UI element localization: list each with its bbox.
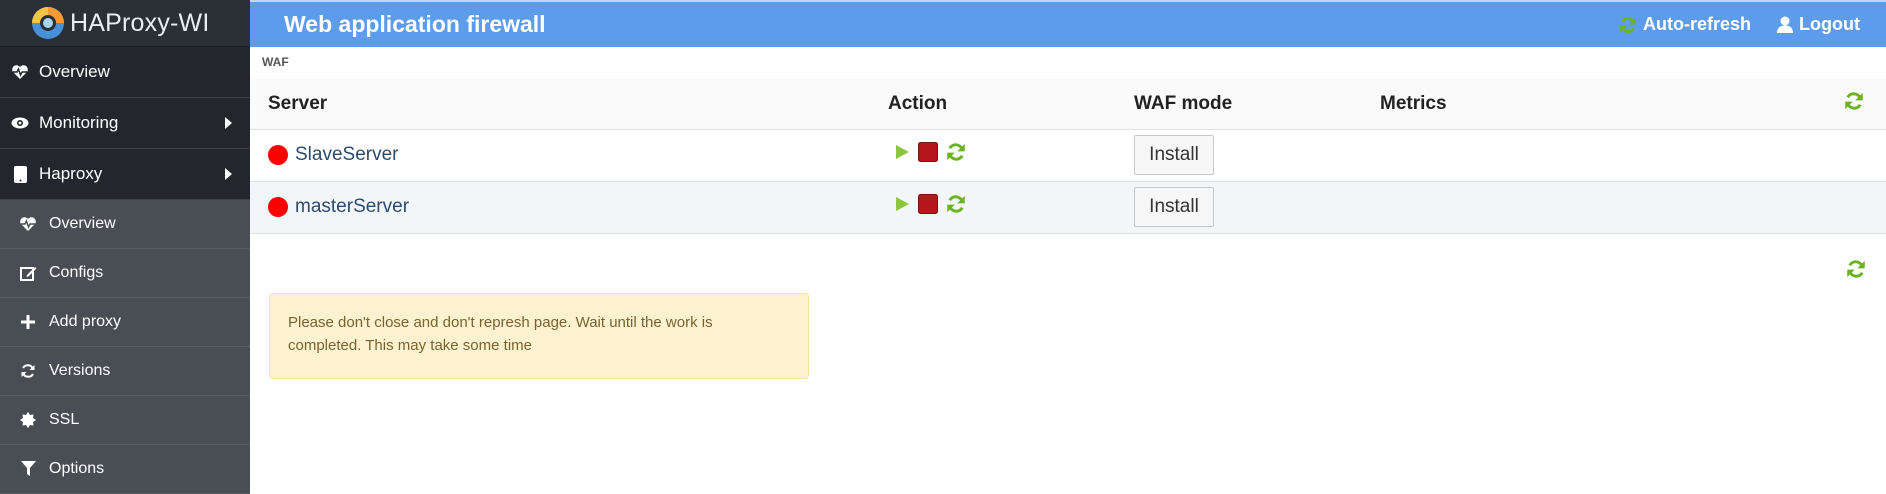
column-header-server: Server	[250, 79, 888, 130]
breadcrumb: WAF	[262, 55, 289, 69]
user-icon	[1777, 16, 1794, 33]
page-title: Web application firewall	[284, 11, 546, 37]
metrics-cell	[1380, 129, 1820, 182]
auto-refresh-link[interactable]: Auto-refresh	[1619, 14, 1751, 35]
column-header-action: Action	[888, 79, 1134, 130]
table-header-row: Server Action WAF mode Metrics	[250, 79, 1886, 130]
logout-label: Logout	[1799, 14, 1860, 34]
table-row: SlaveServer Install	[250, 129, 1886, 182]
sidebar: HAProxy-WI Overview Monitoring Haproxy O…	[0, 0, 250, 494]
auto-refresh-label: Auto-refresh	[1643, 14, 1752, 34]
main-content: WAF Server Action WAF mode Metrics Slave…	[250, 47, 1886, 475]
tablet-icon	[9, 165, 31, 183]
sidebar-subitem-label: SSL	[49, 411, 80, 428]
column-header-waf-mode: WAF mode	[1134, 79, 1380, 130]
heartbeat-icon	[9, 64, 31, 80]
stop-icon[interactable]	[918, 194, 938, 220]
refresh-icon[interactable]	[1846, 259, 1866, 284]
metrics-cell	[1380, 181, 1820, 234]
sidebar-subitem-overview[interactable]: Overview	[0, 200, 250, 249]
start-icon[interactable]	[894, 196, 910, 218]
install-button[interactable]: Install	[1134, 187, 1214, 227]
refresh-table-icon[interactable]	[1844, 91, 1864, 117]
plus-icon	[17, 315, 39, 329]
haproxy-logo-icon	[30, 5, 66, 41]
sidebar-subitem-ssl[interactable]: SSL	[0, 396, 250, 445]
sidebar-subitem-label: Versions	[49, 362, 111, 379]
sidebar-subitem-versions[interactable]: Versions	[0, 347, 250, 396]
heartbeat-icon	[17, 216, 39, 232]
eye-icon	[9, 117, 31, 129]
server-name-text: masterServer	[295, 196, 410, 217]
servers-table: Server Action WAF mode Metrics SlaveServ…	[250, 79, 1886, 234]
sidebar-subitem-label: Overview	[49, 215, 116, 232]
sync-icon	[17, 363, 39, 379]
sidebar-subitem-configs[interactable]: Configs	[0, 249, 250, 298]
logout-link[interactable]: Logout	[1777, 14, 1860, 35]
table-row: masterServer Install	[250, 181, 1886, 234]
sidebar-item-monitoring[interactable]: Monitoring	[0, 98, 250, 149]
refresh-icon	[1620, 16, 1636, 33]
install-button[interactable]: Install	[1134, 135, 1214, 175]
table-refresh-cell	[1820, 79, 1886, 130]
sidebar-item-label: Overview	[39, 62, 110, 81]
status-down-icon	[268, 145, 288, 165]
edit-icon	[17, 265, 39, 282]
start-icon[interactable]	[894, 144, 910, 166]
sidebar-subitem-options[interactable]: Options	[0, 445, 250, 494]
server-name[interactable]: SlaveServer	[268, 144, 888, 166]
status-down-icon	[268, 197, 288, 217]
certificate-icon	[17, 412, 39, 428]
sidebar-subitem-add-proxy[interactable]: Add proxy	[0, 298, 250, 347]
sidebar-item-overview[interactable]: Overview	[0, 47, 250, 98]
sidebar-subitem-label: Configs	[49, 264, 104, 281]
restart-icon[interactable]	[946, 194, 966, 220]
stop-icon[interactable]	[918, 142, 938, 168]
server-name[interactable]: masterServer	[268, 196, 888, 218]
sidebar-subitem-label: Add proxy	[49, 313, 122, 330]
header-bar: Web application firewall Auto-refresh Lo…	[250, 0, 1886, 47]
sidebar-item-label: Haproxy	[39, 164, 103, 183]
sidebar-item-haproxy[interactable]: Haproxy	[0, 149, 250, 200]
restart-icon[interactable]	[946, 142, 966, 168]
app-name: HAProxy-WI	[70, 8, 210, 37]
logo[interactable]: HAProxy-WI	[0, 0, 250, 47]
sidebar-subitem-label: Options	[49, 460, 105, 477]
caret-right-icon	[225, 168, 232, 180]
caret-right-icon	[225, 117, 232, 129]
column-header-metrics: Metrics	[1380, 79, 1820, 130]
server-name-text: SlaveServer	[295, 144, 399, 165]
warning-alert: Please don't close and don't represh pag…	[269, 293, 809, 379]
sidebar-item-label: Monitoring	[39, 113, 119, 132]
